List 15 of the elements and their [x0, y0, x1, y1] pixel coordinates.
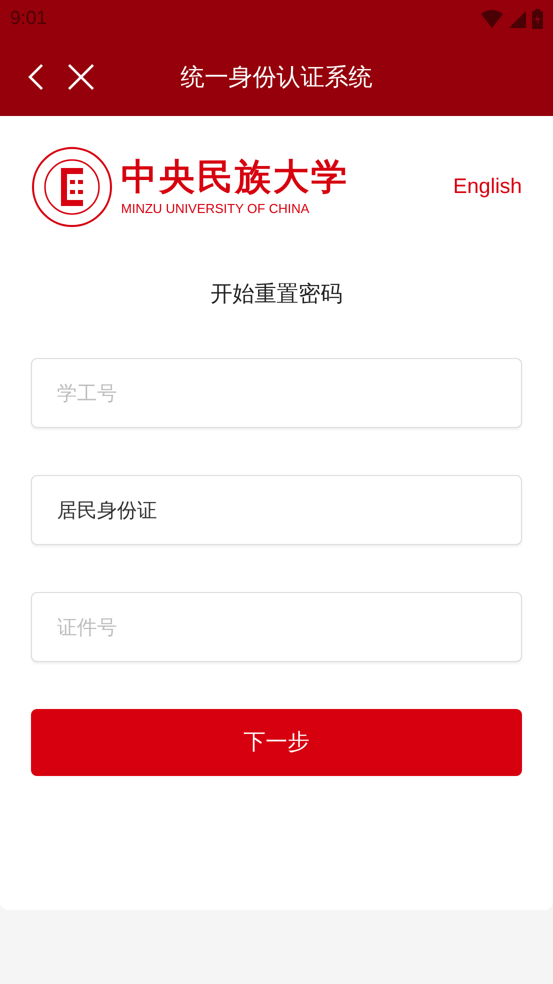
- signal-icon: [509, 10, 526, 28]
- window-title: 统一身份认证系统: [180, 62, 372, 93]
- id-type-select[interactable]: 居民身份证: [31, 475, 522, 545]
- input-field[interactable]: 学工号: [31, 358, 522, 428]
- university-name: 中央民族大学: [121, 155, 349, 200]
- back-icon[interactable]: [28, 64, 44, 90]
- language-link[interactable]: English: [453, 171, 522, 203]
- university-name-english: MINZU UNIVERSITY OF CHINA: [121, 200, 310, 218]
- wifi-icon: [481, 10, 503, 28]
- status-time: 9:01: [10, 6, 47, 31]
- next-button[interactable]: 下一步: [31, 709, 522, 776]
- form-heading: 开始重置密码: [210, 281, 344, 309]
- close-icon[interactable]: [68, 64, 94, 90]
- input-field[interactable]: 证件号: [31, 592, 522, 662]
- battery-icon: [532, 9, 543, 29]
